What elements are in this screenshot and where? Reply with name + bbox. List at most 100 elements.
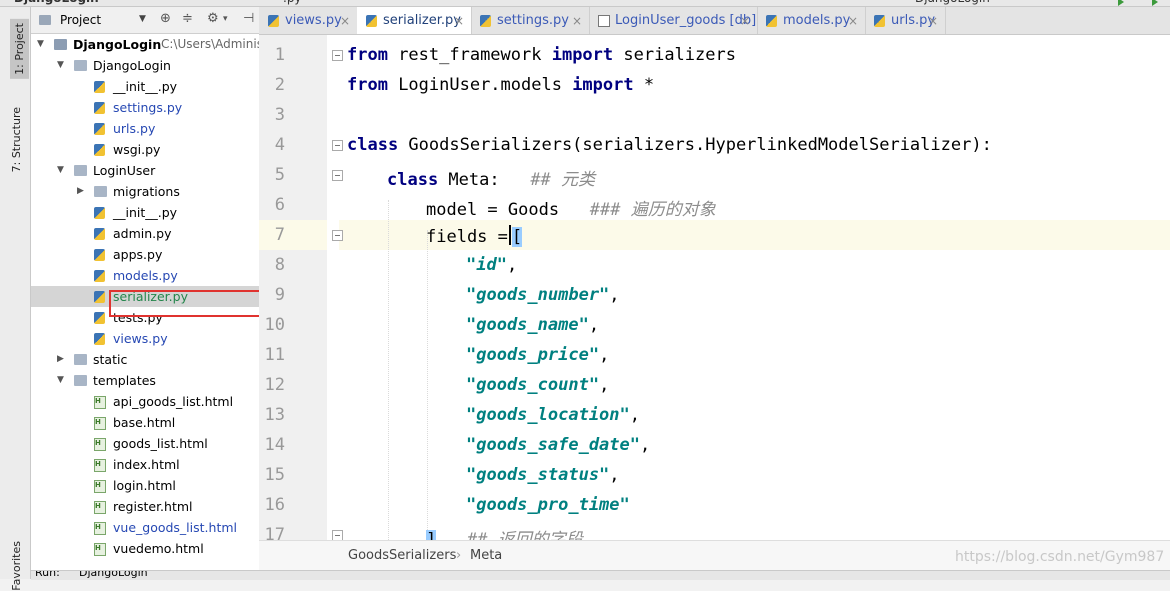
python-file-icon: [366, 15, 377, 27]
tree-item-label: urls.py: [113, 121, 156, 136]
tree-item[interactable]: __init__.py: [31, 202, 259, 223]
keyword: class: [387, 170, 439, 190]
line-number: 2: [274, 75, 285, 95]
tree-item[interactable]: ▼ DjangoLogin: [31, 55, 259, 76]
fold-marker-icon[interactable]: [332, 530, 343, 540]
chevron-right-icon[interactable]: ▶: [57, 349, 64, 370]
top-toolbar-strip: DjangoLogin .py DjangoLogin: [0, 0, 1170, 7]
python-file-icon: [94, 333, 105, 345]
editor-tab[interactable]: LoginUser_goods [db] ×: [589, 7, 758, 34]
breadcrumb-meta[interactable]: Meta: [470, 548, 502, 563]
editor-tab[interactable]: urls.py ×: [865, 7, 946, 34]
chevron-right-icon[interactable]: ▶: [77, 181, 84, 202]
python-file-icon: [94, 102, 105, 114]
code-line-field: "goods_number",: [466, 285, 620, 305]
editor-tab-label: views.py: [285, 13, 342, 28]
tree-item[interactable]: index.html: [31, 454, 259, 475]
highlight-annotation-box: [109, 290, 279, 317]
close-icon[interactable]: ×: [740, 7, 750, 35]
editor-tab-label: LoginUser_goods [db]: [615, 13, 757, 28]
tree-item[interactable]: ▶ static: [31, 349, 259, 370]
tree-item[interactable]: urls.py: [31, 118, 259, 139]
editor-tab[interactable]: serializer.py ×: [357, 7, 472, 34]
collapse-all-icon[interactable]: ≑: [182, 11, 193, 26]
tree-item[interactable]: ▼ LoginUser: [31, 160, 259, 181]
folder-icon: [74, 60, 87, 71]
code-line-field: "goods_safe_date",: [466, 435, 650, 455]
fold-gutter: [327, 35, 339, 540]
debug-icon[interactable]: [1152, 0, 1158, 6]
tree-item[interactable]: models.py: [31, 265, 259, 286]
breadcrumb-separator: ›: [456, 548, 462, 563]
tree-item[interactable]: apps.py: [31, 244, 259, 265]
chevron-down-icon[interactable]: ▼: [57, 55, 64, 76]
keyword: import: [572, 75, 634, 95]
close-icon[interactable]: ×: [848, 7, 858, 35]
tree-item[interactable]: goods_list.html: [31, 433, 259, 454]
editor-tabs: views.py × serializer.py × settings.py × Login…: [259, 7, 1170, 35]
code-editor[interactable]: 1 2 3 4 5 6 7 8 9 10 11 12 13 14 15 16 17 from rest_fram…: [259, 35, 1170, 540]
python-file-icon: [480, 15, 491, 27]
chevron-down-icon[interactable]: ▾: [223, 14, 228, 24]
line-number: 9: [274, 285, 285, 305]
hide-panel-icon[interactable]: ⊣: [243, 11, 254, 26]
left-toolwindow-strip: 1: Project 7: Structure Favorites: [0, 7, 31, 591]
fold-marker-icon[interactable]: [332, 230, 343, 241]
string-literal: "goods_status": [466, 465, 610, 485]
editor-tab[interactable]: settings.py ×: [471, 7, 590, 34]
run-icon[interactable]: [1118, 0, 1124, 6]
project-toolwindow-tab[interactable]: 1: Project: [10, 19, 29, 79]
tree-item-label: __init__.py: [113, 205, 178, 220]
run-target[interactable]: DjangoLogin: [79, 571, 148, 579]
tree-item[interactable]: base.html: [31, 412, 259, 433]
python-file-icon: [94, 81, 105, 93]
editor-tab[interactable]: models.py ×: [757, 7, 866, 34]
tree-item[interactable]: __init__.py: [31, 76, 259, 97]
code-line-field: "goods_status",: [466, 465, 620, 485]
tree-item[interactable]: ▼ templates: [31, 370, 259, 391]
code-line-6: model = Goods ### 遍历的对象: [426, 195, 716, 220]
html-file-icon: [94, 391, 106, 412]
close-icon[interactable]: ×: [454, 7, 464, 35]
favorites-toolwindow-tab[interactable]: Favorites: [10, 541, 23, 591]
tree-item[interactable]: admin.py: [31, 223, 259, 244]
tree-item-label: models.py: [113, 268, 178, 283]
tree-item[interactable]: ▶ migrations: [31, 181, 259, 202]
string-literal: "goods_pro_time": [466, 495, 630, 515]
code-line-field: "goods_pro_time": [466, 495, 630, 515]
project-view-selector[interactable]: Project: [60, 13, 101, 27]
chevron-down-icon[interactable]: ▼: [37, 34, 44, 55]
tree-item[interactable]: login.html: [31, 475, 259, 496]
locate-file-icon[interactable]: ⊕: [160, 11, 171, 26]
tree-item[interactable]: vue_goods_list.html: [31, 517, 259, 538]
tree-item[interactable]: register.html: [31, 496, 259, 517]
project-view-icon: [39, 15, 51, 25]
tree-item[interactable]: settings.py: [31, 97, 259, 118]
tree-item[interactable]: vuedemo.html: [31, 538, 259, 559]
html-file-icon: [94, 475, 106, 496]
code-line-17: ] ## 返回的字段: [426, 525, 583, 540]
tree-item[interactable]: api_goods_list.html: [31, 391, 259, 412]
chevron-down-icon[interactable]: ▼: [57, 370, 64, 391]
close-icon[interactable]: ×: [928, 7, 938, 35]
chevron-down-icon[interactable]: ▼: [139, 14, 146, 24]
structure-toolwindow-tab[interactable]: 7: Structure: [10, 107, 23, 172]
close-icon[interactable]: ×: [340, 7, 350, 35]
fold-marker-icon[interactable]: [332, 50, 343, 61]
breadcrumb-class[interactable]: GoodsSerializers: [348, 548, 456, 563]
close-icon[interactable]: ×: [572, 7, 582, 35]
fold-marker-icon[interactable]: [332, 140, 343, 151]
fold-marker-icon[interactable]: [332, 170, 343, 181]
python-file-icon: [94, 207, 105, 219]
tree-item-label: index.html: [113, 457, 180, 472]
code-line-field: "goods_location",: [466, 405, 640, 425]
gear-icon[interactable]: ⚙: [207, 11, 219, 26]
tree-item[interactable]: views.py: [31, 328, 259, 349]
database-table-icon: [598, 15, 610, 27]
html-file-icon: [94, 517, 106, 538]
code-line-field: "goods_count",: [466, 375, 609, 395]
tree-item[interactable]: ▼ DjangoLogin C:\Users\Adminis: [31, 34, 263, 55]
editor-tab[interactable]: views.py ×: [259, 7, 358, 34]
tree-item[interactable]: wsgi.py: [31, 139, 259, 160]
chevron-down-icon[interactable]: ▼: [57, 160, 64, 181]
